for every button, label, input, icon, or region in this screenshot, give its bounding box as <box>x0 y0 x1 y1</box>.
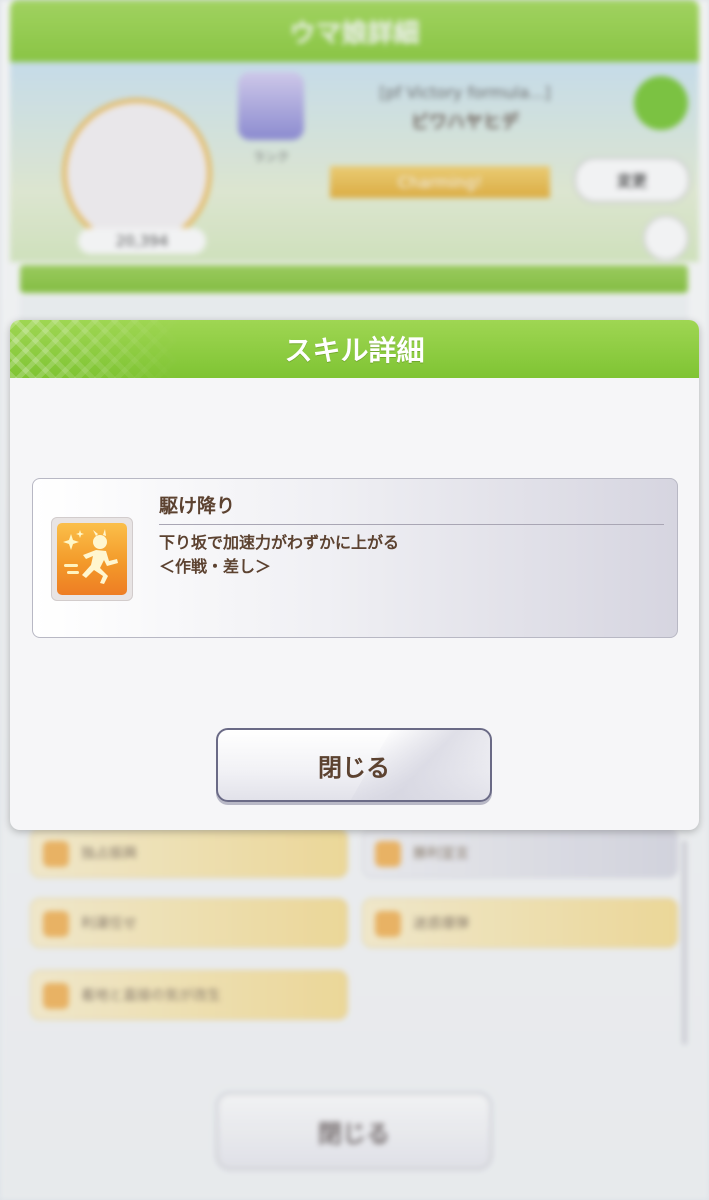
close-button-label: 閉じる <box>318 753 390 782</box>
skill-detail-dialog: スキル詳細 駆け降り 下り坂で加速力がわずかに上がる ＜作戦・差し＞ 閉じる <box>10 320 699 830</box>
dialog-header: スキル詳細 <box>10 320 699 378</box>
skill-description: 下り坂で加速力がわずかに上がる <box>159 533 400 552</box>
skill-name: 駆け降り <box>159 495 236 517</box>
speed-up-runner-icon <box>57 523 127 595</box>
skill-card: 駆け降り 下り坂で加速力がわずかに上がる ＜作戦・差し＞ <box>32 478 678 638</box>
close-button[interactable]: 閉じる <box>216 728 492 802</box>
dialog-title: スキル詳細 <box>284 334 425 367</box>
skill-icon-frame <box>51 517 133 601</box>
divider <box>159 524 664 525</box>
skill-condition-tag: ＜作戦・差し＞ <box>159 557 272 576</box>
header-pattern <box>10 320 180 378</box>
